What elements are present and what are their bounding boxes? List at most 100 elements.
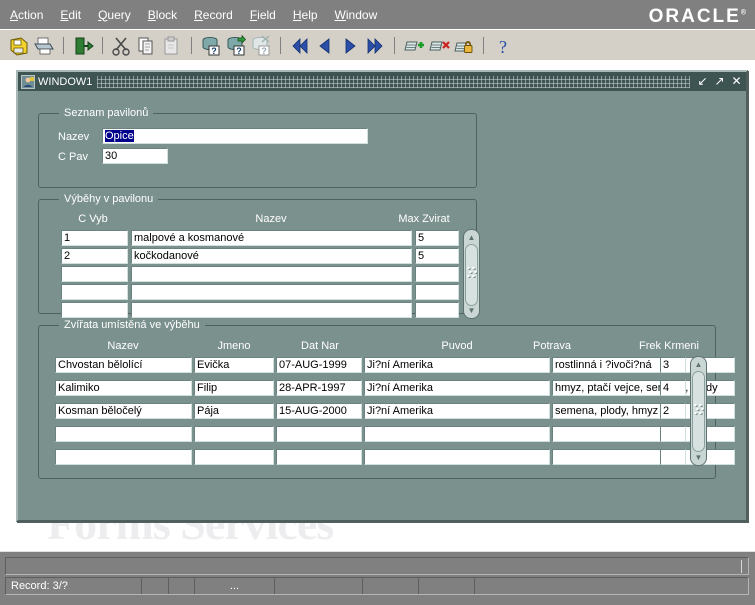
toolbar-separator xyxy=(394,37,395,54)
animals-cell-frekkrmeni[interactable]: 3 xyxy=(660,357,686,373)
animals-cell-jmeno[interactable]: Filip xyxy=(194,380,274,396)
save-icon[interactable] xyxy=(8,35,30,57)
menu-item-edit[interactable]: Edit xyxy=(58,6,83,24)
animals-cell-nazev[interactable] xyxy=(55,426,192,442)
enclosures-cell-cvyb[interactable]: 1 xyxy=(61,230,128,246)
scroll-down-icon[interactable]: ▼ xyxy=(691,451,706,464)
animals-cell-puvod[interactable] xyxy=(364,426,550,442)
scroll-up-icon[interactable]: ▲ xyxy=(464,231,479,244)
last-record-icon[interactable] xyxy=(364,35,386,57)
animals-cell-puvod[interactable]: Ji?ní Amerika xyxy=(364,380,550,396)
form-window: WINDOW1 ↙ ↗ ✕ Seznam pavilonů Nazev Opic… xyxy=(16,70,748,522)
animals-scrollbar[interactable]: ▲ ▼ xyxy=(690,356,707,466)
animals-cell-potrava[interactable]: rostlinná i ?ivoči?ná xyxy=(552,357,735,373)
pavilion-nazev-input[interactable]: Opice xyxy=(102,128,368,144)
animals-cell-datnar[interactable] xyxy=(276,426,362,442)
cut-icon[interactable] xyxy=(111,35,133,57)
animals-col-frekkrmeni: Frek Krmeni xyxy=(634,340,704,352)
enclosures-cell-maxzvirat[interactable] xyxy=(415,266,459,282)
enclosures-cell-cvyb[interactable] xyxy=(61,284,128,300)
animals-cell-datnar[interactable]: 07-AUG-1999 xyxy=(276,357,362,373)
enclosures-cell-cvyb[interactable] xyxy=(61,266,128,282)
pavilion-nazev-value: Opice xyxy=(105,130,134,142)
copy-icon[interactable] xyxy=(136,35,158,57)
status-caret xyxy=(741,560,742,573)
menu-item-help[interactable]: Help xyxy=(291,6,320,24)
animals-cell-datnar[interactable]: 28-APR-1997 xyxy=(276,380,362,396)
close-button[interactable]: ✕ xyxy=(729,74,744,89)
animals-col-nazev: Nazev xyxy=(55,340,191,352)
menu-item-block[interactable]: Block xyxy=(146,6,179,24)
status-cell-row: Record: 3/? ... xyxy=(5,577,749,595)
status-cell-3 xyxy=(169,578,195,594)
scrollbar-thumb[interactable] xyxy=(692,371,705,452)
animals-cell-puvod[interactable]: Ji?ní Amerika xyxy=(364,357,550,373)
animals-cell-frekkrmeni[interactable] xyxy=(660,426,686,442)
enclosures-cell-nazev[interactable] xyxy=(131,284,412,300)
pavilion-nazev-prompt: Nazev xyxy=(58,131,89,143)
animals-cell-nazev[interactable] xyxy=(55,449,192,465)
next-record-icon[interactable] xyxy=(339,35,361,57)
toolbar: ? ? ? xyxy=(0,29,755,62)
enclosures-cell-nazev[interactable]: malpové a kosmanové xyxy=(131,230,412,246)
first-record-icon[interactable] xyxy=(289,35,311,57)
menu-item-window[interactable]: Window xyxy=(333,6,380,24)
animals-cell-jmeno[interactable] xyxy=(194,449,274,465)
menu-item-query[interactable]: Query xyxy=(96,6,133,24)
animals-cell-frekkrmeni[interactable]: 2 xyxy=(660,403,686,419)
enclosures-cell-maxzvirat[interactable] xyxy=(415,284,459,300)
enclosures-cell-cvyb[interactable] xyxy=(61,302,128,318)
animals-cell-potrava[interactable]: semena, plody, hmyz xyxy=(552,403,735,419)
paste-icon[interactable] xyxy=(161,35,183,57)
scroll-down-icon[interactable]: ▼ xyxy=(464,304,479,317)
animals-cell-potrava[interactable] xyxy=(552,449,735,465)
enclosures-cell-maxzvirat[interactable]: 5 xyxy=(415,230,459,246)
enclosures-scrollbar[interactable]: ▲ ▼ xyxy=(463,229,480,319)
lock-record-icon[interactable] xyxy=(453,35,475,57)
execute-query-icon[interactable]: ? xyxy=(225,35,247,57)
animals-col-jmeno: Jmeno xyxy=(194,340,274,352)
animals-cell-potrava[interactable] xyxy=(552,426,735,442)
animals-cell-jmeno[interactable] xyxy=(194,426,274,442)
animals-cell-frekkrmeni[interactable]: 4 xyxy=(660,380,686,396)
animals-cell-nazev[interactable]: Chvostan bělolící xyxy=(55,357,192,373)
pavilion-cpav-input[interactable]: 30 xyxy=(102,148,168,164)
enclosures-cell-nazev[interactable] xyxy=(131,302,412,318)
enclosures-frame: Výběhy v pavilonu C Vyb Nazev Max Zvirat… xyxy=(38,199,477,314)
menu-item-field[interactable]: Field xyxy=(248,6,278,24)
insert-record-icon[interactable] xyxy=(403,35,425,57)
oracle-logo-text: ORACLE xyxy=(649,6,741,27)
exit-icon[interactable] xyxy=(72,35,94,57)
minimize-button[interactable]: ↙ xyxy=(695,74,710,89)
animals-cell-jmeno[interactable]: Evička xyxy=(194,357,274,373)
enclosures-cell-cvyb[interactable]: 2 xyxy=(61,248,128,264)
menu-item-action[interactable]: Action xyxy=(8,6,45,24)
animals-cell-potrava[interactable]: hmyz, ptačí vejce, semena, plody xyxy=(552,380,735,396)
animals-cell-jmeno[interactable]: Pája xyxy=(194,403,274,419)
cancel-query-icon[interactable]: ? xyxy=(250,35,272,57)
enclosures-cell-maxzvirat[interactable] xyxy=(415,302,459,318)
toolbar-separator xyxy=(102,37,103,54)
animals-cell-datnar[interactable]: 15-AUG-2000 xyxy=(276,403,362,419)
toolbar-separator xyxy=(280,37,281,54)
previous-record-icon[interactable] xyxy=(314,35,336,57)
enclosures-cell-nazev[interactable] xyxy=(131,266,412,282)
enclosures-col-nazev: Nazev xyxy=(127,213,415,225)
maximize-button[interactable]: ↗ xyxy=(712,74,727,89)
help-icon[interactable]: ? xyxy=(492,35,514,57)
menu-item-record[interactable]: Record xyxy=(192,6,235,24)
print-icon[interactable] xyxy=(33,35,55,57)
enclosures-cell-nazev[interactable]: kočkodanové xyxy=(131,248,412,264)
window-title-bar[interactable]: WINDOW1 ↙ ↗ ✕ xyxy=(18,72,746,91)
animals-cell-nazev[interactable]: Kosman běločelý xyxy=(55,403,192,419)
remove-record-icon[interactable] xyxy=(428,35,450,57)
enter-query-icon[interactable]: ? xyxy=(200,35,222,57)
animals-cell-puvod[interactable] xyxy=(364,449,550,465)
animals-cell-nazev[interactable]: Kalimiko xyxy=(55,380,192,396)
animals-cell-datnar[interactable] xyxy=(276,449,362,465)
scrollbar-thumb[interactable] xyxy=(465,244,478,306)
animals-cell-puvod[interactable]: Ji?ní Amerika xyxy=(364,403,550,419)
animals-cell-frekkrmeni[interactable] xyxy=(660,449,686,465)
scroll-up-icon[interactable]: ▲ xyxy=(691,358,706,371)
enclosures-cell-maxzvirat[interactable]: 5 xyxy=(415,248,459,264)
